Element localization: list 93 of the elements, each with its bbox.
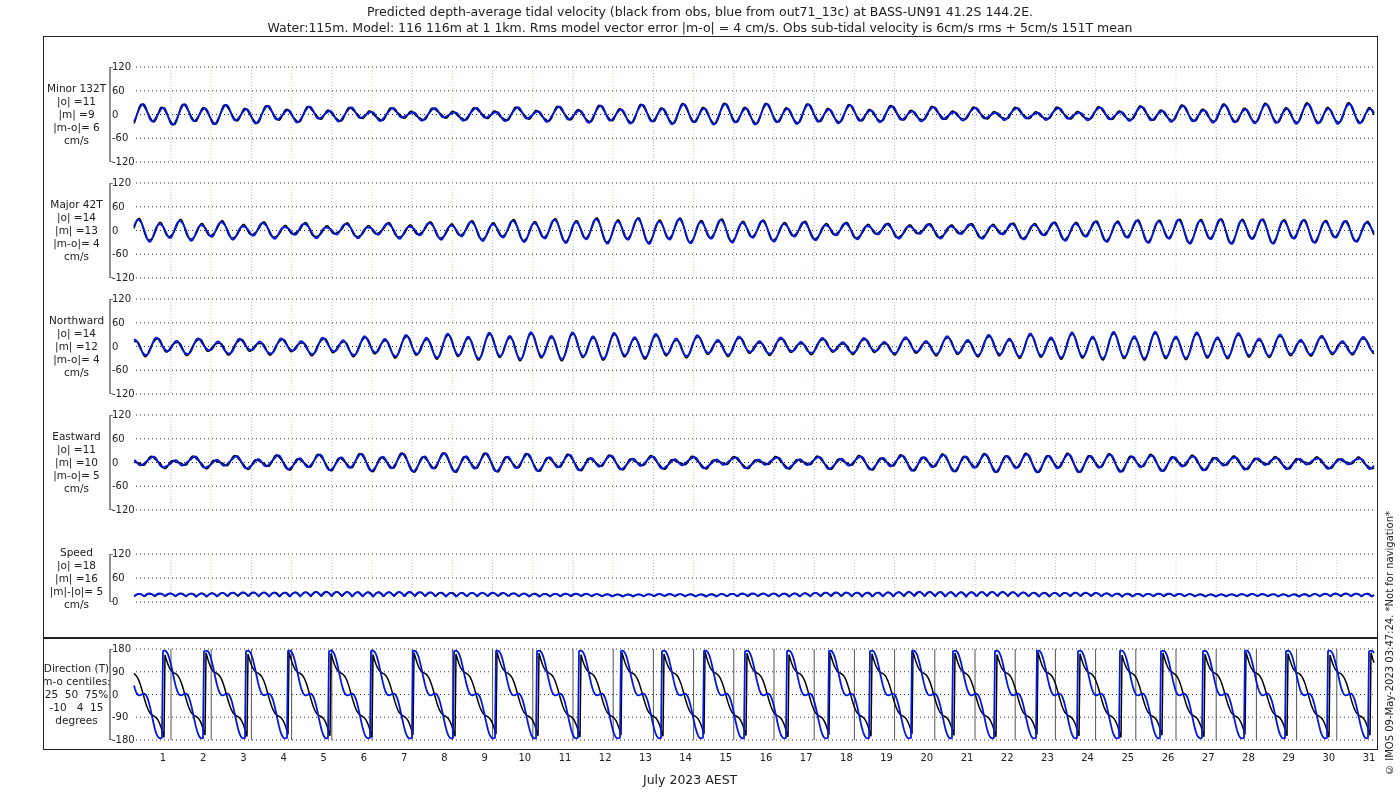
y-tick-label: 60 — [112, 572, 125, 584]
x-tick-label: 8 — [441, 751, 448, 765]
y-tick-label: 60 — [112, 316, 125, 329]
panel-label: |m| =9 — [58, 108, 95, 121]
y-tick-label: -90 — [112, 711, 129, 724]
chart-title: Predicted depth-average tidal velocity (black from obs, blue from out71_13c) at BASS-UN91 41.2S 144.2E. — [366, 4, 1034, 20]
panel-label: |m|-|o|= 5 — [49, 584, 104, 598]
panel-label: cm/s — [64, 482, 89, 495]
panel-label: |m-o|= 5 — [53, 469, 100, 482]
x-tick-label: 20 — [920, 751, 934, 765]
panel-label: cm/s — [64, 134, 89, 147]
y-tick-label: 0 — [112, 456, 119, 469]
x-tick-label: 25 — [1121, 751, 1135, 765]
x-tick-label: 28 — [1242, 751, 1255, 765]
y-tick-label: -120 — [112, 272, 135, 284]
panel-label: cm/s — [64, 366, 89, 379]
panel-label: |m| =12 — [55, 340, 98, 353]
panel-label: |m| =16 — [55, 571, 98, 585]
x-tick-label: 6 — [360, 751, 368, 765]
panel-label: Direction (T) — [43, 662, 110, 675]
x-tick-label: 31 — [1362, 751, 1376, 765]
y-tick-label: -60 — [112, 248, 129, 261]
y-tick-label: -180 — [112, 734, 135, 746]
x-tick-label: 15 — [719, 751, 733, 765]
x-tick-label: 9 — [481, 751, 488, 765]
panel-label: 25 50 75% — [44, 688, 109, 701]
panel-label: degrees — [55, 714, 98, 727]
panel-label: Major 42T — [50, 198, 103, 211]
y-tick-label: 120 — [112, 61, 132, 73]
panel-label: |m| =10 — [55, 456, 98, 469]
x-tick-label: 17 — [799, 751, 813, 765]
x-tick-label: 30 — [1322, 751, 1336, 765]
x-tick-label: 19 — [880, 751, 893, 765]
x-tick-label: 27 — [1201, 751, 1215, 765]
y-tick-label: 0 — [112, 596, 119, 608]
x-tick-label: 4 — [280, 751, 287, 765]
panel-label: Minor 132T — [46, 82, 107, 95]
y-tick-label: -60 — [112, 364, 129, 377]
y-tick-label: -60 — [112, 132, 129, 145]
panel-label: |m-o|= 6 — [53, 121, 100, 134]
y-tick-label: 60 — [112, 84, 125, 97]
y-tick-label: 180 — [112, 643, 132, 655]
panel-label: |o| =11 — [57, 443, 96, 456]
x-tick-label: 23 — [1041, 751, 1054, 765]
x-tick-label: 1 — [159, 751, 167, 765]
panel-label: Eastward — [52, 430, 101, 443]
y-tick-label: 120 — [112, 409, 132, 421]
x-tick-label: 11 — [558, 751, 572, 765]
x-tick-label: 24 — [1081, 751, 1094, 765]
y-tick-label: -120 — [112, 388, 135, 400]
copyright-note: © IMOS 09-May-2023 03:47:24. *Not for navigation* — [1382, 511, 1396, 775]
y-tick-label: 0 — [112, 224, 119, 237]
y-tick-label: 90 — [112, 665, 125, 678]
panel-label: |o| =18 — [57, 558, 96, 572]
panel-label: |m-o|= 4 — [53, 353, 100, 366]
y-tick-label: -120 — [112, 504, 135, 516]
y-tick-label: 0 — [112, 340, 119, 353]
panel-label: |o| =14 — [57, 327, 96, 340]
panel-label: |m-o|= 4 — [53, 237, 100, 250]
x-tick-label: 5 — [320, 751, 327, 765]
y-axis — [109, 554, 114, 602]
x-tick-label: 13 — [639, 751, 652, 765]
panel-label: Northward — [48, 314, 105, 327]
y-tick-label: 120 — [112, 548, 132, 560]
x-tick-label: 26 — [1161, 751, 1175, 765]
panel-label: |o| =14 — [57, 211, 96, 224]
y-tick-label: 120 — [112, 293, 132, 305]
y-tick-label: 60 — [112, 432, 125, 445]
y-tick-label: -60 — [112, 480, 129, 493]
chart-title: Water:115m. Model: 116 116m at 1 1km. Rms model vector error |m-o| = 4 cm/s. Obs sub-tidal velocity is 6cm/s rms + 5cm/s 151T mean — [267, 20, 1133, 36]
x-tick-label: 12 — [598, 751, 612, 765]
x-tick-label: 18 — [840, 751, 853, 765]
x-tick-label: 29 — [1282, 751, 1295, 765]
x-tick-label: 3 — [240, 751, 247, 765]
x-tick-label: 16 — [759, 751, 773, 765]
x-tick-label: 7 — [401, 751, 408, 765]
y-tick-label: 0 — [112, 688, 119, 701]
y-tick-label: 120 — [112, 177, 132, 189]
y-tick-label: 0 — [112, 108, 119, 121]
y-tick-label: -120 — [112, 156, 135, 168]
x-tick-label: 10 — [518, 751, 532, 765]
panel-label: Speed — [60, 545, 93, 559]
panel-label: cm/s — [64, 597, 89, 611]
x-tick-label: 2 — [200, 751, 207, 765]
y-tick-label: 60 — [112, 200, 125, 213]
panel-label: |m| =13 — [55, 224, 98, 237]
panel-label: |o| =11 — [57, 95, 96, 108]
x-tick-label: 22 — [1000, 751, 1014, 765]
x-tick-label: 21 — [960, 751, 974, 765]
x-tick-label: 14 — [679, 751, 692, 765]
panel-label: cm/s — [64, 250, 89, 263]
x-axis-title: July 2023 AEST — [643, 772, 738, 787]
panel-label: -10 4 15 — [49, 701, 104, 714]
